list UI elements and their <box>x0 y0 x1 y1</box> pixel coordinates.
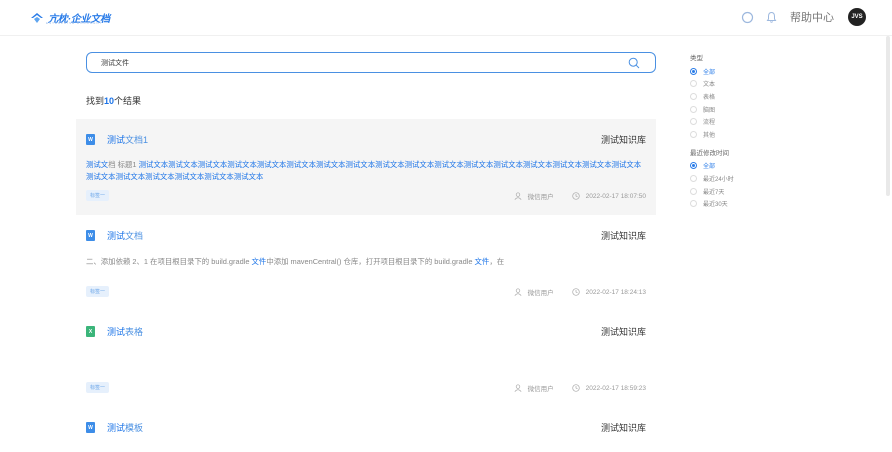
filter-type-option-label: 文本 <box>703 82 716 89</box>
author-name: 微信用户 <box>527 194 554 201</box>
radio-icon[interactable] <box>690 130 697 138</box>
user-icon <box>514 192 522 200</box>
filter-type-title: 类型 <box>690 55 703 62</box>
word-doc-icon: W <box>86 134 95 145</box>
logo-subtitle: ENTERPRISE DOCUMENT <box>46 21 103 25</box>
filter-time-option[interactable]: 全部 <box>690 160 810 173</box>
logo-icon <box>31 12 43 23</box>
result-count-number: 10 <box>104 96 115 106</box>
radio-icon[interactable] <box>690 118 697 126</box>
filter-time-title: 最近修改时间 <box>690 149 729 157</box>
author-name: 微信用户 <box>527 290 554 297</box>
notification-bell-icon[interactable] <box>762 8 780 26</box>
radio-icon[interactable] <box>690 174 697 182</box>
knowledge-base-label: 测试知识库 <box>600 423 646 433</box>
filter-time-option[interactable]: 最近7天 <box>690 185 810 198</box>
scrollbar[interactable] <box>886 36 890 196</box>
word-doc-icon: W <box>86 230 95 241</box>
filter-type-option[interactable]: 文本 <box>690 78 810 91</box>
filter-type-option-label: 全部 <box>703 69 716 76</box>
radio-icon[interactable] <box>690 92 697 100</box>
user-icon <box>514 384 522 392</box>
filter-time-option[interactable]: 最近30天 <box>690 197 810 210</box>
result-card[interactable]: W 测试模板 测试知识库 <box>76 407 656 452</box>
filter-type-options: 全部文本表格脑图流程其他 <box>690 65 810 141</box>
clock-icon <box>571 192 580 200</box>
radio-icon[interactable] <box>690 105 697 113</box>
result-card[interactable]: W 测试文档1 测试知识库 测试文档 标题1 测试文本测试文本测试文本测试文本测… <box>76 119 656 215</box>
filter-type-option[interactable]: 表格 <box>690 90 810 103</box>
result-snippet: 二、添加依赖 2、1 在项目根目录下的 build.gradle 文件中添加 m… <box>86 257 505 266</box>
radio-icon[interactable] <box>690 80 697 88</box>
radio-icon[interactable] <box>690 67 697 75</box>
radio-icon[interactable] <box>690 162 697 170</box>
filter-type-option-label: 表格 <box>703 94 716 101</box>
filter-panel: 类型 全部 文本 表格 脑图 流程 其他 最近修改时间 全部 最近24小时 最近7天 最近30天 <box>690 52 810 210</box>
filter-type-option[interactable]: 其他 <box>690 128 810 141</box>
result-title[interactable]: 测试文档 <box>107 229 143 242</box>
filter-type-option[interactable]: 全部 <box>690 65 810 78</box>
filter-type-option-label: 其他 <box>703 132 716 139</box>
filter-time-option-label: 最近7天 <box>703 189 725 196</box>
result-card[interactable]: W 测试文档 测试知识库 二、添加依赖 2、1 在项目根目录下的 build.g… <box>76 215 656 311</box>
modified-time: 2022-02-17 18:59:23 <box>585 384 646 392</box>
result-title[interactable]: 测试模板 <box>107 421 143 434</box>
filter-time-option-label: 最近24小时 <box>703 176 734 183</box>
author-name: 微信用户 <box>527 386 554 393</box>
result-count: 找到10个结果 <box>86 96 142 106</box>
word-doc-icon: W <box>86 422 95 433</box>
avatar[interactable]: JVS <box>848 8 866 26</box>
filter-time-option-label: 全部 <box>703 164 716 171</box>
filter-type-option[interactable]: 流程 <box>690 115 810 128</box>
filter-time-option[interactable]: 最近24小时 <box>690 172 810 185</box>
search-box <box>86 52 656 73</box>
top-bar: 亢枕·企业文档 ENTERPRISE DOCUMENT 帮助中心 JVS <box>0 0 892 36</box>
filter-time-option-label: 最近30天 <box>703 202 728 209</box>
result-snippet: 测试文档 标题1 测试文本测试文本测试文本测试文本测试文本测试文本测试文本测试文… <box>86 160 642 181</box>
filter-type-option-label: 流程 <box>703 120 716 127</box>
knowledge-base-label: 测试知识库 <box>600 135 646 145</box>
help-center-link[interactable]: 帮助中心 <box>790 9 834 25</box>
spreadsheet-icon: X <box>86 326 95 337</box>
search-icon[interactable] <box>628 57 640 69</box>
clock-icon <box>571 384 580 392</box>
knowledge-base-label: 测试知识库 <box>600 327 646 337</box>
filter-type-option[interactable]: 脑图 <box>690 103 810 116</box>
filter-type-option-label: 脑图 <box>703 107 716 114</box>
result-title[interactable]: 测试文档1 <box>107 133 148 146</box>
modified-time: 2022-02-17 18:24:13 <box>585 288 646 296</box>
result-card[interactable]: X 测试表格 测试知识库 标签一 微信用户 2022-02-17 18:59:2… <box>76 311 656 407</box>
knowledge-base-label: 测试知识库 <box>600 231 646 241</box>
tag-badge: 标签一 <box>86 286 110 297</box>
clock-icon <box>571 288 580 296</box>
search-input[interactable] <box>101 59 601 66</box>
tag-badge: 标签一 <box>86 190 110 201</box>
search-icon[interactable] <box>738 8 756 26</box>
modified-time: 2022-02-17 18:07:50 <box>585 192 646 200</box>
user-icon <box>514 288 522 296</box>
radio-icon[interactable] <box>690 200 697 208</box>
result-title[interactable]: 测试表格 <box>107 325 143 338</box>
tag-badge: 标签一 <box>86 382 110 393</box>
filter-time-options: 全部最近24小时 最近7天最近30天 <box>690 160 810 210</box>
radio-icon[interactable] <box>690 187 697 195</box>
